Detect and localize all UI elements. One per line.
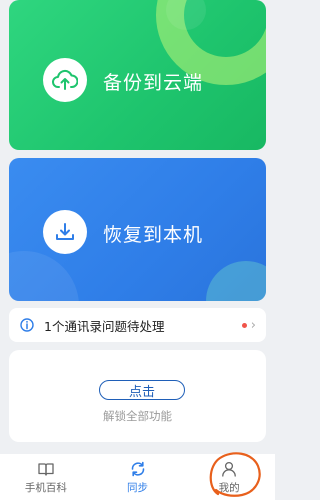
restore-label: 恢复到本机	[103, 224, 204, 246]
user-icon	[220, 460, 238, 478]
contacts-issue-notice[interactable]: 1个通讯录问题待处理 ›	[9, 308, 266, 342]
cloud-upload-icon	[43, 58, 87, 102]
tab-me[interactable]: 我的	[183, 454, 275, 500]
backup-label: 备份到云端	[103, 72, 204, 94]
tab-label: 同步	[127, 481, 148, 494]
restore-card[interactable]: 恢复到本机	[9, 158, 266, 301]
backup-card[interactable]: 备份到云端	[9, 0, 266, 150]
info-icon	[20, 318, 34, 332]
tab-label: 我的	[218, 481, 240, 494]
unlock-button[interactable]: 点击	[99, 380, 185, 400]
chevron-right-icon: ›	[250, 317, 256, 333]
book-icon	[37, 460, 55, 478]
decor-circle	[206, 261, 266, 301]
tab-sync[interactable]: 同步	[92, 454, 184, 500]
unlock-card: 点击 解锁全部功能	[9, 350, 266, 442]
unlock-caption: 解锁全部功能	[103, 409, 172, 423]
decor-circle	[9, 251, 79, 301]
bottom-tab-bar: 手机百科 同步 我的	[0, 454, 275, 500]
sync-icon	[129, 460, 147, 478]
tab-label: 手机百科	[24, 481, 67, 494]
download-tray-icon	[43, 210, 87, 254]
notice-text: 1个通讯录问题待处理	[44, 318, 165, 334]
unread-dot	[241, 322, 247, 328]
tab-encyclopedia[interactable]: 手机百科	[0, 454, 92, 500]
